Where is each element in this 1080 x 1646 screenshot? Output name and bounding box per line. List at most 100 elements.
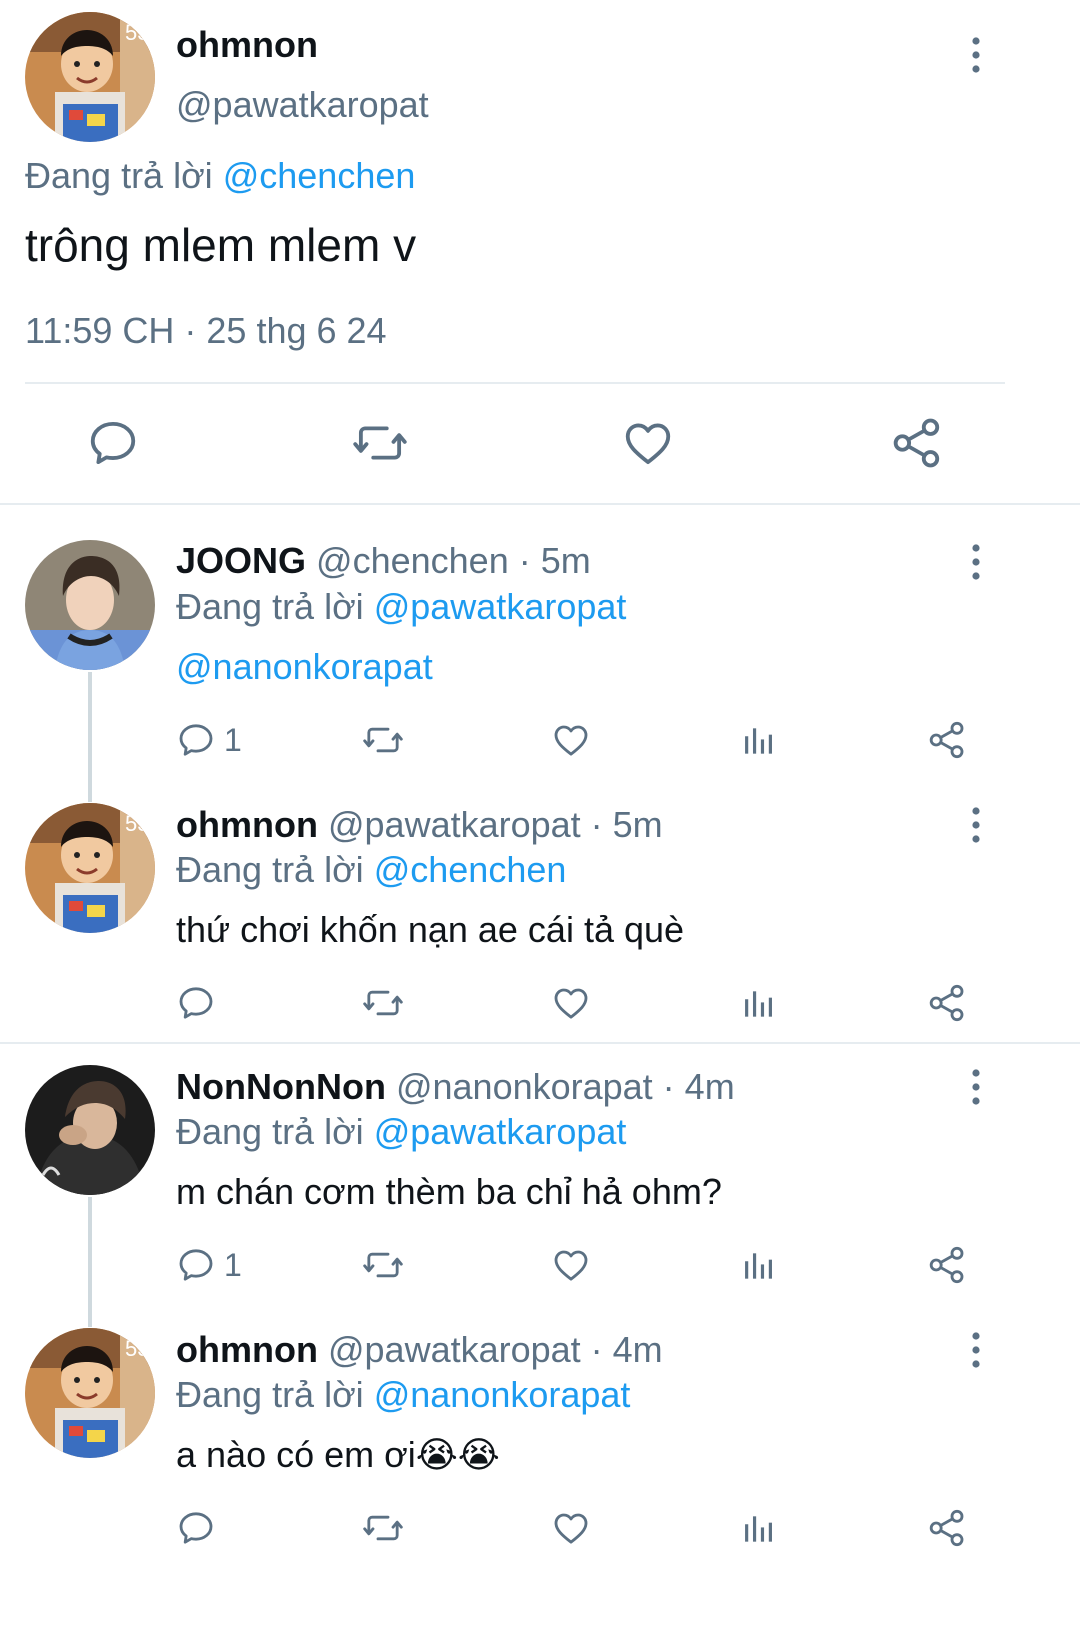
share-button[interactable]: [890, 416, 944, 470]
reply-prefix: Đang trả lời: [176, 849, 364, 890]
like-button[interactable]: [551, 720, 591, 760]
avatar[interactable]: [25, 12, 155, 142]
bar-chart-icon: [740, 1510, 778, 1548]
tweet-text: thứ chơi khốn nạn ae cái tả què: [176, 909, 685, 950]
retweet-button[interactable]: [362, 720, 404, 760]
reply-prefix: Đang trả lời: [25, 155, 213, 196]
like-button[interactable]: [621, 416, 675, 470]
retweet-button[interactable]: [352, 416, 408, 470]
reply-to-link[interactable]: @nanonkorapat: [374, 1374, 631, 1415]
tweet-text: trông mlem mlem v: [25, 219, 417, 271]
views-button[interactable]: [740, 722, 778, 760]
replying-to: Đang trả lời @nanonkorapat: [176, 1374, 630, 1416]
share-button[interactable]: [927, 983, 967, 1023]
share-icon: [890, 416, 944, 470]
heart-icon: [621, 416, 675, 470]
vertical-dots-icon: [971, 807, 981, 843]
reply-to-link[interactable]: @pawatkaropat: [374, 586, 627, 627]
retweet-icon: [362, 720, 404, 760]
reply-prefix: Đang trả lời: [176, 1374, 364, 1415]
share-icon: [927, 720, 967, 760]
handle-time[interactable]: @pawatkaropat · 4m: [328, 1329, 663, 1370]
avatar[interactable]: [25, 1065, 155, 1195]
section-divider: [0, 503, 1080, 505]
more-options-button[interactable]: [956, 795, 996, 855]
handle-time[interactable]: @pawatkaropat · 5m: [328, 804, 663, 845]
more-options-button[interactable]: [956, 25, 996, 85]
reply-button[interactable]: 1: [176, 720, 242, 760]
speech-bubble-icon: [176, 720, 216, 760]
display-name[interactable]: ohmnon: [176, 804, 318, 845]
share-button[interactable]: [927, 1508, 967, 1548]
handle[interactable]: @pawatkaropat: [176, 84, 429, 126]
thread-line: [88, 672, 92, 802]
avatar[interactable]: [25, 1328, 155, 1458]
bar-chart-icon: [740, 985, 778, 1023]
display-name[interactable]: ohmnon: [176, 24, 318, 66]
reply-count: 1: [224, 1246, 242, 1283]
reply-button[interactable]: [176, 983, 216, 1023]
bar-chart-icon: [740, 1247, 778, 1285]
bar-chart-icon: [740, 722, 778, 760]
share-button[interactable]: [927, 720, 967, 760]
reply-to-link[interactable]: @pawatkaropat: [374, 1111, 627, 1152]
tweet-header: NonNonNon @nanonkorapat · 4m: [176, 1066, 735, 1108]
tweet-text: a nào có em ơi😭😭: [176, 1434, 500, 1475]
replying-to: Đang trả lời @chenchen: [25, 155, 415, 197]
share-button[interactable]: [927, 1245, 967, 1285]
reply-count: 1: [224, 721, 242, 758]
views-button[interactable]: [740, 1247, 778, 1285]
tweet-header: ohmnon @pawatkaropat · 4m: [176, 1329, 663, 1371]
more-options-button[interactable]: [956, 1057, 996, 1117]
like-button[interactable]: [551, 983, 591, 1023]
section-divider: [0, 1042, 1080, 1044]
vertical-dots-icon: [971, 37, 981, 73]
retweet-button[interactable]: [362, 1508, 404, 1548]
retweet-icon: [352, 416, 408, 470]
reply-prefix: Đang trả lời: [176, 1111, 364, 1152]
timestamp[interactable]: 11:59 CH · 25 thg 6 24: [25, 310, 387, 352]
speech-bubble-icon: [86, 416, 140, 470]
more-options-button[interactable]: [956, 532, 996, 592]
tweet-header: ohmnon @pawatkaropat · 5m: [176, 804, 663, 846]
share-icon: [927, 983, 967, 1023]
avatar[interactable]: [25, 540, 155, 670]
vertical-dots-icon: [971, 544, 981, 580]
retweet-icon: [362, 1508, 404, 1548]
retweet-button[interactable]: [362, 1245, 404, 1285]
speech-bubble-icon: [176, 1245, 216, 1285]
reply-button[interactable]: [176, 1508, 216, 1548]
reply-button[interactable]: 1: [176, 1245, 242, 1285]
share-icon: [927, 1508, 967, 1548]
reply-to-link[interactable]: @chenchen: [374, 849, 567, 890]
heart-icon: [551, 1508, 591, 1548]
like-button[interactable]: [551, 1245, 591, 1285]
vertical-dots-icon: [971, 1332, 981, 1368]
speech-bubble-icon: [176, 1508, 216, 1548]
reply-to-link[interactable]: @chenchen: [223, 155, 416, 196]
display-name[interactable]: JOONG: [176, 540, 306, 581]
display-name[interactable]: ohmnon: [176, 1329, 318, 1370]
like-button[interactable]: [551, 1508, 591, 1548]
display-name[interactable]: NonNonNon: [176, 1066, 386, 1107]
views-button[interactable]: [740, 1510, 778, 1548]
views-button[interactable]: [740, 985, 778, 1023]
heart-icon: [551, 720, 591, 760]
heart-icon: [551, 1245, 591, 1285]
speech-bubble-icon: [176, 983, 216, 1023]
reply-prefix: Đang trả lời: [176, 586, 364, 627]
tweet-text: m chán cơm thèm ba chỉ hả ohm?: [176, 1171, 722, 1212]
handle-time[interactable]: @chenchen · 5m: [316, 540, 591, 581]
retweet-icon: [362, 1245, 404, 1285]
replying-to: Đang trả lời @pawatkaropat: [176, 1111, 626, 1153]
avatar[interactable]: [25, 803, 155, 933]
reply-button[interactable]: [86, 416, 140, 470]
retweet-button[interactable]: [362, 983, 404, 1023]
thread-line: [88, 1197, 92, 1327]
handle-time[interactable]: @nanonkorapat · 4m: [396, 1066, 735, 1107]
tweet-text[interactable]: @nanonkorapat: [176, 646, 433, 688]
replying-to: Đang trả lời @pawatkaropat: [176, 586, 626, 628]
tweet-header: JOONG @chenchen · 5m: [176, 540, 591, 582]
heart-icon: [551, 983, 591, 1023]
more-options-button[interactable]: [956, 1320, 996, 1380]
